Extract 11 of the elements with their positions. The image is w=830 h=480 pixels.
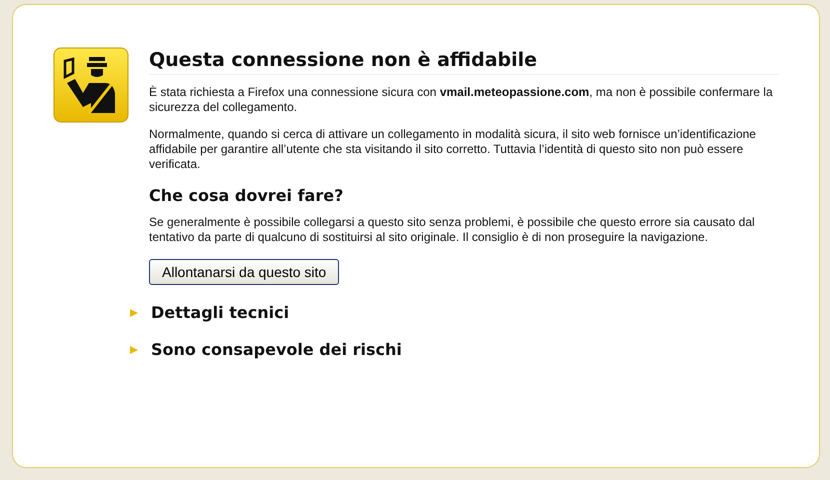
expandable-section[interactable]: Sono consapevole dei rischi [151, 340, 402, 359]
paragraph: Normalmente, quando si cerca di attivare un collegamento in modalità sicura, il sito web fornisce un’identificazione affidabile per garantire all’utente che sta visitando il sito corretto. Tuttavia l’identità di questo sito non può essere verificata. [149, 127, 757, 172]
page-title: Questa connessione non è affidabile [149, 49, 779, 75]
expand-arrow-icon[interactable] [129, 344, 139, 354]
officer-icon [53, 47, 129, 123]
paragraph: Se generalmente è possibile collegarsi a questo sito senza problemi, è possibile che questo errore sia causato dal tentativo da parte di qualcuno di sostituirsi al sito originale. Il consiglio è di non proseguire la navigazione. [149, 215, 756, 245]
expandable-section[interactable]: Dettagli tecnici [151, 303, 290, 322]
leave-site-button[interactable]: Allontanarsi da questo sito [149, 259, 340, 285]
expand-arrow-icon[interactable] [129, 308, 139, 318]
paragraph: È stata richiesta a Firefox una connessione sicura con vmail.meteopassione.com, ma non è possibile confermare la sicurezza del collegamento. [149, 85, 774, 115]
section-heading: Che cosa dovrei fare? [149, 186, 344, 205]
